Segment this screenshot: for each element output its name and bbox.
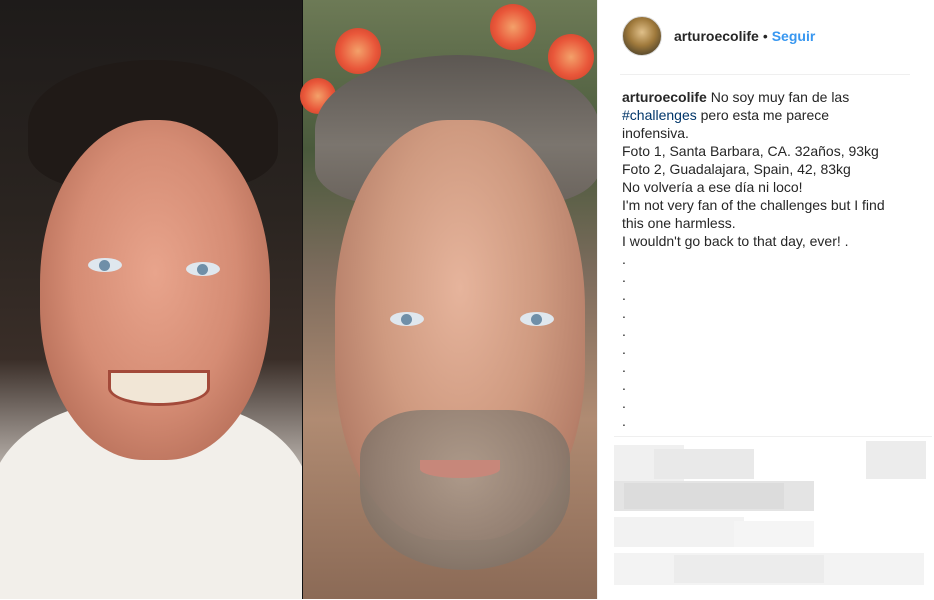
pixel-block xyxy=(614,517,744,547)
flower xyxy=(335,28,381,74)
caption-text: No soy muy fan de las xyxy=(706,89,850,105)
caption-dot: . xyxy=(622,251,626,267)
eye xyxy=(186,262,220,276)
caption-dot: . xyxy=(622,323,626,339)
caption-line: I'm not very fan of the challenges but I… xyxy=(622,197,885,213)
flower xyxy=(490,4,536,50)
caption-dot: . xyxy=(622,287,626,303)
caption-dot: . xyxy=(622,359,626,375)
separator-dot: • xyxy=(762,28,768,44)
pixel-block xyxy=(734,521,814,547)
caption-line: Foto 2, Guadalajara, Spain, 42, 83kg xyxy=(622,161,851,177)
caption-username[interactable]: arturoecolife xyxy=(622,89,707,105)
post-side-panel: arturoecolife • Seguir arturoecolife No … xyxy=(597,0,934,600)
flower xyxy=(548,34,594,80)
caption-line: this one harmless. xyxy=(622,215,736,231)
pixel-block xyxy=(624,483,784,509)
pixelated-comments xyxy=(614,436,932,600)
lips xyxy=(420,460,500,478)
photo-before xyxy=(0,0,310,599)
post-header: arturoecolife • Seguir xyxy=(622,16,815,56)
caption-line: inofensiva. xyxy=(622,125,689,141)
caption-dot: . xyxy=(622,377,626,393)
caption-text: pero esta me parece xyxy=(696,107,830,123)
eye xyxy=(520,312,554,326)
avatar[interactable] xyxy=(622,16,662,56)
caption-dot: . xyxy=(622,269,626,285)
caption-line: I wouldn't go back to that day, ever! . xyxy=(622,233,849,249)
beard xyxy=(360,410,570,570)
follow-button[interactable]: Seguir xyxy=(772,28,816,44)
post-caption: arturoecolife No soy muy fan de las #cha… xyxy=(622,88,912,430)
pixel-block xyxy=(866,441,926,479)
smile xyxy=(108,370,210,406)
post-photo[interactable] xyxy=(0,0,597,599)
eye xyxy=(390,312,424,326)
divider xyxy=(620,74,910,75)
pixel-block xyxy=(674,555,824,583)
hashtag-link[interactable]: #challenges xyxy=(622,107,697,123)
caption-dot: . xyxy=(622,341,626,357)
eye xyxy=(88,258,122,272)
face-before xyxy=(40,120,270,460)
caption-line: No volvería a ese día ni loco! xyxy=(622,179,803,195)
caption-dot: . xyxy=(622,413,626,429)
caption-dot: . xyxy=(622,305,626,321)
caption-dot: . xyxy=(622,395,626,411)
username-link[interactable]: arturoecolife xyxy=(674,28,759,44)
pixel-block xyxy=(654,449,754,479)
caption-line: Foto 1, Santa Barbara, CA. 32años, 93kg xyxy=(622,143,879,159)
